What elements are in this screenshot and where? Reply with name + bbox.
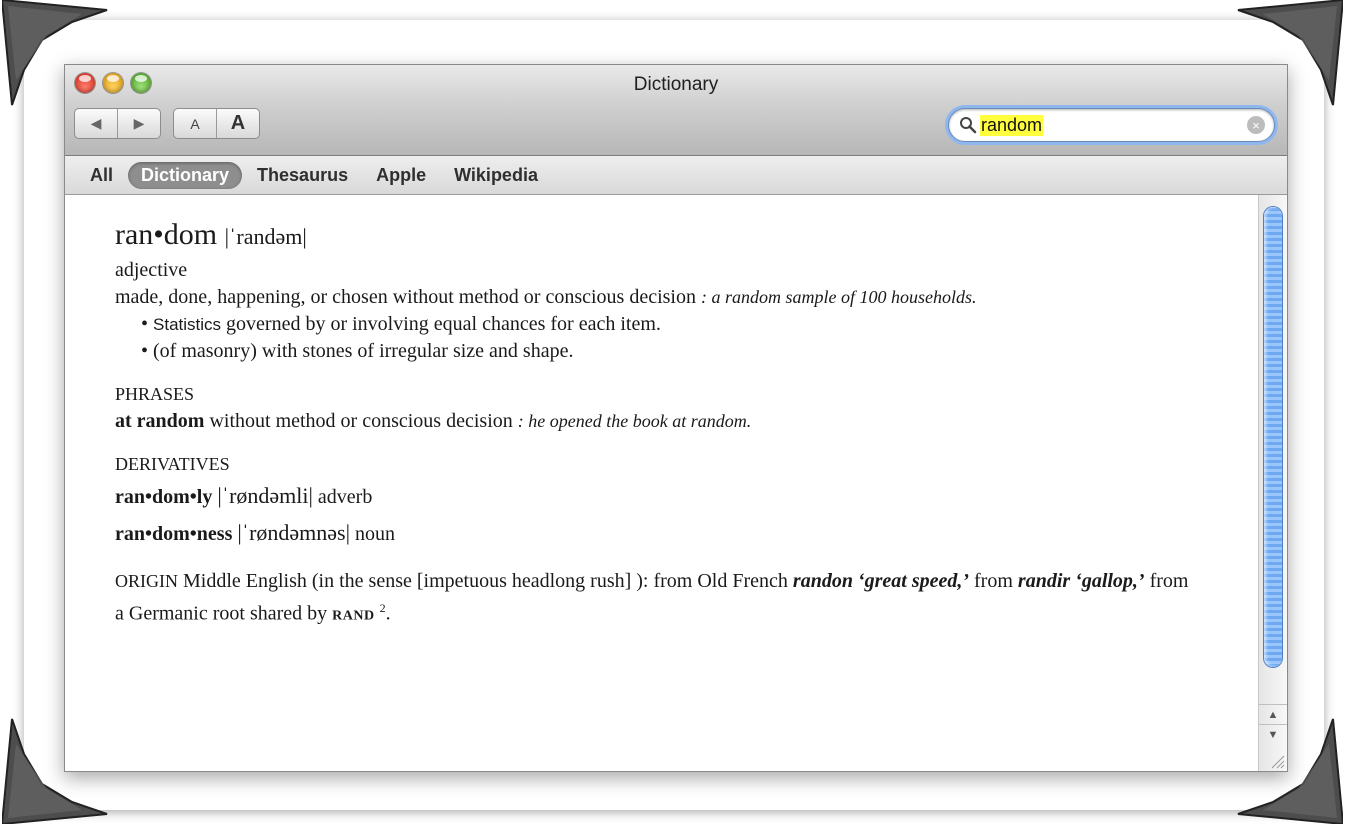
sense-text: governed by or involving equal chances f…: [226, 313, 661, 335]
derivative-pos: adverb: [317, 486, 373, 508]
definition-text: made, done, happening, or chosen without…: [115, 286, 696, 308]
phrase-term: at random: [115, 410, 205, 432]
vertical-scrollbar[interactable]: ▲ ▼: [1258, 195, 1287, 771]
part-of-speech: adjective: [115, 259, 188, 281]
back-arrow-icon: ◀: [90, 115, 102, 131]
derivative-pos: noun: [355, 523, 396, 545]
source-tab-bar: All Dictionary Thesaurus Apple Wikipedia: [65, 156, 1287, 195]
definition-main: made, done, happening, or chosen without…: [115, 284, 1259, 311]
pronunciation: |ˈrandəm|: [224, 224, 307, 249]
definition-pane: ran•dom |ˈrandəm| adjective made, done, …: [65, 195, 1259, 771]
definition-example: : a random sample of 100 households.: [701, 287, 977, 307]
forward-button[interactable]: ▶: [117, 109, 160, 138]
photo-corner-icon: [2, 0, 112, 110]
derivative-pronunciation: |ˈrøndəmnəs|: [237, 520, 351, 545]
derivatives-heading: DERIVATIVES: [115, 454, 230, 474]
derivative-pronunciation: |ˈrøndəmli|: [217, 483, 313, 508]
back-button[interactable]: ◀: [75, 109, 117, 138]
sense-text: (of masonry) with stones of irregular si…: [153, 340, 574, 362]
search-icon: [960, 117, 977, 134]
forward-arrow-icon: ▶: [133, 115, 145, 131]
tab-wikipedia[interactable]: Wikipedia: [441, 162, 551, 189]
tab-all[interactable]: All: [77, 162, 126, 189]
phrase-entry: at random without method or conscious de…: [115, 408, 1259, 435]
derivative-randomness: ran•dom•ness |ˈrøndəmnəs| noun: [115, 519, 1259, 548]
phrase-example: : he opened the book at random.: [517, 411, 752, 431]
origin-term: randon ‘great speed,’: [792, 570, 970, 592]
subject-label: Statistics: [153, 315, 222, 334]
photo-corner-icon: [2, 714, 112, 824]
search-input[interactable]: random: [980, 114, 1044, 136]
sense-statistics: Statistics governed by or involving equa…: [115, 311, 1259, 338]
phrases-heading: PHRASES: [115, 384, 195, 404]
window-title: Dictionary: [633, 74, 719, 95]
increase-font-button[interactable]: A: [216, 109, 259, 138]
tab-apple[interactable]: Apple: [363, 162, 439, 189]
headword: ran•dom: [115, 218, 218, 251]
decrease-font-button[interactable]: A: [174, 109, 216, 138]
origin-end: .: [385, 602, 391, 625]
origin-term: randir ‘gallop,’: [1017, 570, 1145, 592]
clear-search-icon[interactable]: ×: [1247, 116, 1265, 134]
sense-masonry: (of masonry) with stones of irregular si…: [115, 338, 1259, 365]
font-size-buttons: A A: [173, 108, 260, 139]
origin-text: from: [974, 570, 1013, 592]
headword-line: ran•dom |ˈrandəm|: [115, 215, 1259, 257]
tab-dictionary[interactable]: Dictionary: [128, 161, 243, 189]
derivative-term: ran•dom•ness: [115, 523, 233, 545]
title-bar: Dictionary ◀ ▶ A A random ×: [65, 65, 1287, 156]
navigation-buttons: ◀ ▶: [74, 108, 161, 139]
cross-reference-link[interactable]: RAND: [332, 609, 374, 624]
dictionary-window: Dictionary ◀ ▶ A A random × All Dictiona…: [64, 64, 1288, 772]
phrase-definition: without method or conscious decision: [209, 410, 513, 432]
origin-section: ORIGIN Middle English (in the sense [imp…: [115, 568, 1259, 630]
photo-corner-icon: [1233, 714, 1343, 824]
derivative-term: ran•dom•ly: [115, 486, 213, 508]
scrollbar-thumb[interactable]: [1264, 207, 1282, 667]
origin-label: ORIGIN: [115, 571, 178, 591]
tab-thesaurus[interactable]: Thesaurus: [244, 162, 361, 189]
derivative-randomly: ran•dom•ly |ˈrøndəmli| adverb: [115, 482, 1259, 511]
photo-corner-icon: [1233, 0, 1343, 110]
search-field[interactable]: random ×: [948, 108, 1275, 142]
origin-text: Middle English (in the sense [impetuous …: [183, 570, 788, 592]
